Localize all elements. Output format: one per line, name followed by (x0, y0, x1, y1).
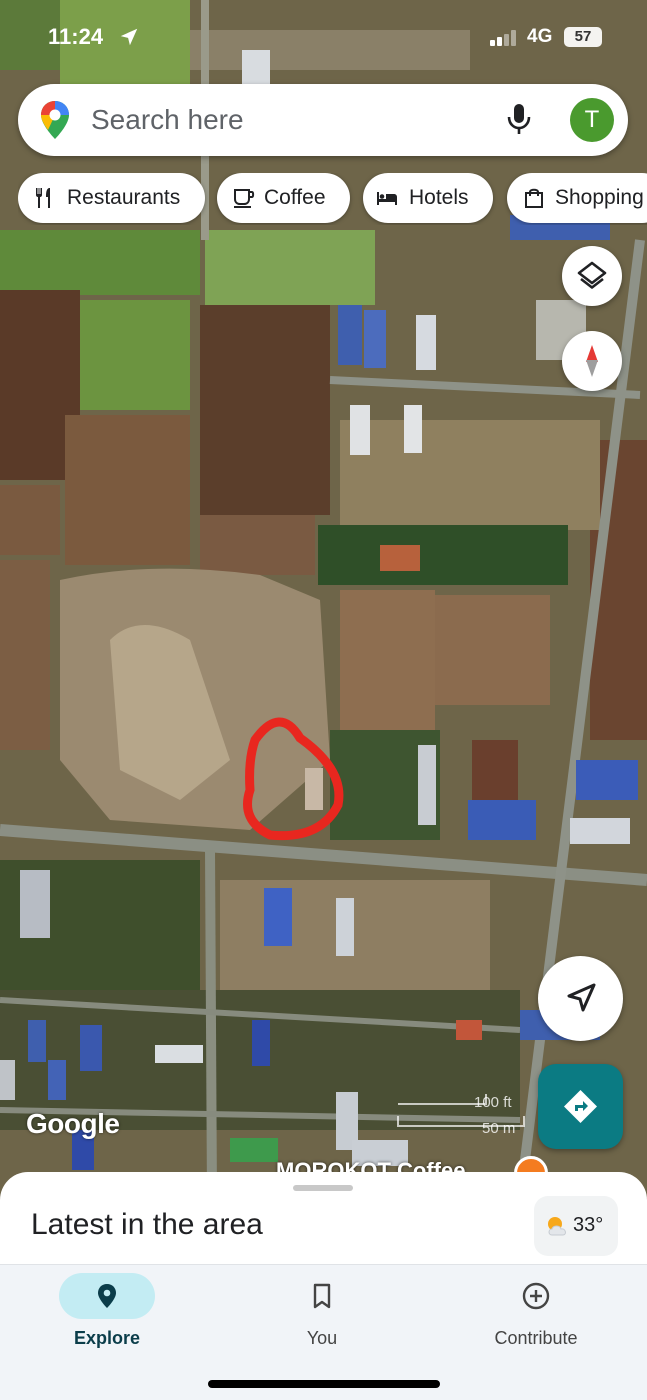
nav-explore[interactable]: Explore (26, 1265, 206, 1365)
layers-icon (577, 261, 607, 289)
compass-button[interactable] (562, 331, 622, 391)
scale-ft-label: 100 ft (474, 1094, 512, 1111)
bed-icon (377, 192, 397, 205)
directions-icon (564, 1090, 597, 1123)
home-indicator[interactable] (208, 1380, 440, 1388)
chip-label: Hotels (409, 186, 469, 209)
battery-level: 57 (564, 27, 602, 47)
bookmark-icon (313, 1283, 331, 1309)
network-type: 4G (527, 26, 553, 47)
chip-coffee[interactable]: Coffee (217, 173, 350, 223)
search-input[interactable]: Search here (91, 104, 244, 136)
nav-label: You (306, 1328, 338, 1348)
mic-icon[interactable] (506, 102, 532, 136)
bottom-sheet[interactable]: Latest in the area 33° (0, 1172, 647, 1272)
status-bar: 11:24 4G 57 (0, 18, 647, 58)
coffee-cup-icon (234, 189, 255, 208)
explore-pin-icon (98, 1284, 116, 1308)
partly-cloudy-icon (548, 1217, 566, 1236)
category-chips: Restaurants Coffee Hotels Shopping (18, 173, 647, 225)
maps-logo-icon (41, 101, 69, 139)
search-bar[interactable]: Search here T (18, 84, 628, 156)
chip-restaurants[interactable]: Restaurants (18, 173, 205, 223)
chip-label: Restaurants (67, 186, 181, 209)
chip-label: Shopping (555, 186, 644, 209)
nav-label: Contribute (494, 1328, 578, 1348)
location-arrow-icon (120, 28, 138, 46)
sheet-drag-handle[interactable] (293, 1185, 353, 1191)
shopping-bag-icon (525, 188, 543, 208)
add-circle-icon (522, 1282, 550, 1310)
account-avatar[interactable]: T (570, 98, 614, 142)
scale-m-label: 50 m (482, 1120, 516, 1137)
nav-you[interactable]: You (241, 1265, 421, 1365)
google-attribution: Google (26, 1108, 120, 1139)
layers-button[interactable] (562, 246, 622, 306)
nav-contribute[interactable]: Contribute (455, 1265, 635, 1365)
sheet-title: Latest in the area (31, 1208, 263, 1241)
directions-button[interactable] (538, 1064, 623, 1149)
my-location-button[interactable] (538, 956, 623, 1041)
signal-bars-icon (490, 30, 516, 46)
chip-label: Coffee (264, 186, 326, 209)
chip-hotels[interactable]: Hotels (363, 173, 493, 223)
nav-label: Explore (73, 1328, 141, 1348)
status-time: 11:24 (48, 24, 104, 49)
navigation-arrow-icon (567, 983, 596, 1012)
weather-chip[interactable]: 33° (534, 1196, 618, 1256)
compass-icon (586, 345, 598, 377)
temperature-label: 33° (573, 1214, 604, 1236)
chip-shopping[interactable]: Shopping (507, 173, 647, 223)
map-scale: 100 ft 50 m (396, 1090, 526, 1140)
fork-knife-icon (36, 188, 50, 208)
